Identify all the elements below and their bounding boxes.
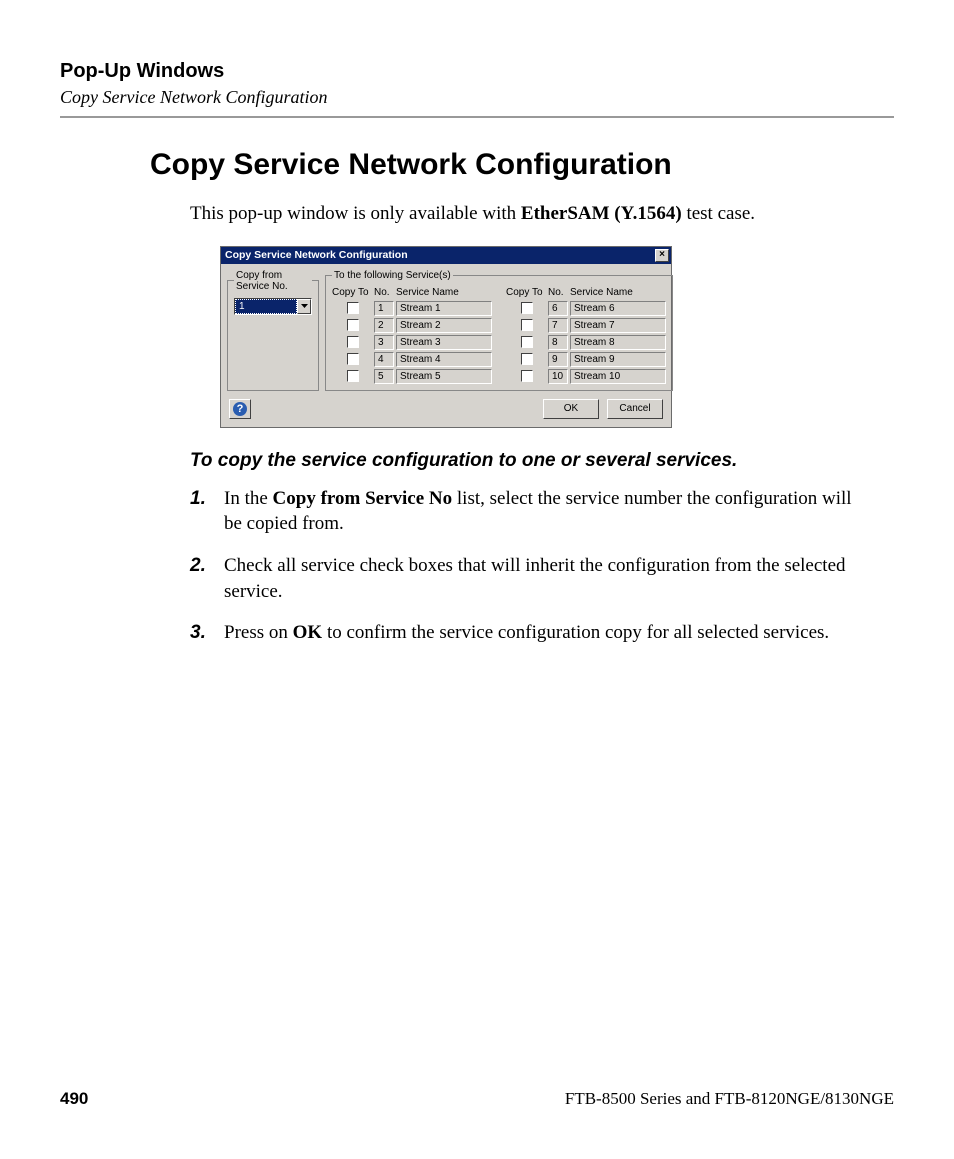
step-2: Check all service check boxes that will … <box>190 553 874 604</box>
intro-pre: This pop-up window is only available wit… <box>190 203 521 224</box>
col-copy-to: Copy To <box>506 287 548 298</box>
service-name: Stream 5 <box>396 369 492 384</box>
service-no: 6 <box>548 301 568 316</box>
service-name: Stream 9 <box>570 352 666 367</box>
service-row: 5 Stream 5 <box>332 369 492 384</box>
intro-paragraph: This pop-up window is only available wit… <box>190 201 874 227</box>
copy-to-legend: To the following Service(s) <box>332 270 453 281</box>
service-checkbox[interactable] <box>347 336 359 348</box>
service-name: Stream 6 <box>570 301 666 316</box>
service-no: 4 <box>374 352 394 367</box>
service-name: Stream 2 <box>396 318 492 333</box>
instruction-steps: In the Copy from Service No list, select… <box>190 486 874 646</box>
service-checkbox[interactable] <box>521 302 533 314</box>
col-name: Service Name <box>570 287 666 298</box>
product-name: FTB-8500 Series and FTB-8120NGE/8130NGE <box>565 1089 894 1109</box>
copy-service-dialog: Copy Service Network Configuration × Cop… <box>220 246 672 428</box>
service-row: 2 Stream 2 <box>332 318 492 333</box>
intro-bold: EtherSAM (Y.1564) <box>521 203 682 224</box>
step-2-text: Check all service check boxes that will … <box>224 555 846 602</box>
copy-from-legend: Copy from Service No. <box>234 270 312 292</box>
service-checkbox[interactable] <box>521 319 533 331</box>
step-3: Press on OK to confirm the service confi… <box>190 620 874 646</box>
col-no: No. <box>374 287 396 298</box>
service-header-row: Copy To No. Service Name <box>332 287 492 298</box>
service-row: 6 Stream 6 <box>506 301 666 316</box>
service-name: Stream 3 <box>396 335 492 350</box>
chapter-title: Pop-Up Windows <box>60 60 894 83</box>
step-3-pre: Press on <box>224 622 293 643</box>
service-name: Stream 7 <box>570 318 666 333</box>
step-3-bold: OK <box>293 622 323 643</box>
service-no: 8 <box>548 335 568 350</box>
service-row: 10 Stream 10 <box>506 369 666 384</box>
service-no: 5 <box>374 369 394 384</box>
service-name: Stream 8 <box>570 335 666 350</box>
service-row: 7 Stream 7 <box>506 318 666 333</box>
service-no: 3 <box>374 335 394 350</box>
col-copy-to: Copy To <box>332 287 374 298</box>
service-no: 1 <box>374 301 394 316</box>
help-icon: ? <box>233 402 247 416</box>
service-row: 4 Stream 4 <box>332 352 492 367</box>
service-checkbox[interactable] <box>347 353 359 365</box>
page-footer: 490 FTB-8500 Series and FTB-8120NGE/8130… <box>60 1089 894 1109</box>
service-name: Stream 4 <box>396 352 492 367</box>
service-checkbox[interactable] <box>347 302 359 314</box>
dialog-title: Copy Service Network Configuration <box>225 249 408 261</box>
close-icon: × <box>659 250 665 260</box>
cancel-button[interactable]: Cancel <box>607 399 663 419</box>
section-subtitle: Copy Service Network Configuration <box>60 87 894 108</box>
service-checkbox[interactable] <box>521 370 533 382</box>
service-row: 8 Stream 8 <box>506 335 666 350</box>
service-no: 2 <box>374 318 394 333</box>
col-no: No. <box>548 287 570 298</box>
service-checkbox[interactable] <box>347 319 359 331</box>
step-1-bold: Copy from Service No <box>273 488 453 509</box>
service-name: Stream 1 <box>396 301 492 316</box>
step-1-pre: In the <box>224 488 273 509</box>
instructions-title: To copy the service configuration to one… <box>190 450 874 472</box>
page-title: Copy Service Network Configuration <box>150 148 894 182</box>
copy-from-group: Copy from Service No. 1 <box>227 270 319 391</box>
header-divider <box>60 116 894 118</box>
step-1: In the Copy from Service No list, select… <box>190 486 874 537</box>
service-row: 3 Stream 3 <box>332 335 492 350</box>
copy-from-value: 1 <box>235 299 297 314</box>
service-row: 9 Stream 9 <box>506 352 666 367</box>
help-button[interactable]: ? <box>229 399 251 419</box>
col-name: Service Name <box>396 287 492 298</box>
copy-to-group: To the following Service(s) Copy To No. … <box>325 270 673 391</box>
intro-post: test case. <box>682 203 755 224</box>
service-name: Stream 10 <box>570 369 666 384</box>
service-checkbox[interactable] <box>521 336 533 348</box>
close-button[interactable]: × <box>655 249 669 262</box>
copy-from-dropdown[interactable]: 1 <box>234 298 312 315</box>
service-no: 10 <box>548 369 568 384</box>
dialog-titlebar: Copy Service Network Configuration × <box>221 247 671 264</box>
service-checkbox[interactable] <box>347 370 359 382</box>
service-no: 9 <box>548 352 568 367</box>
page-number: 490 <box>60 1089 88 1109</box>
ok-button[interactable]: OK <box>543 399 599 419</box>
service-checkbox[interactable] <box>521 353 533 365</box>
service-header-row: Copy To No. Service Name <box>506 287 666 298</box>
service-no: 7 <box>548 318 568 333</box>
dropdown-arrow-icon <box>297 299 311 314</box>
service-row: 1 Stream 1 <box>332 301 492 316</box>
step-3-post: to confirm the service configuration cop… <box>322 622 829 643</box>
